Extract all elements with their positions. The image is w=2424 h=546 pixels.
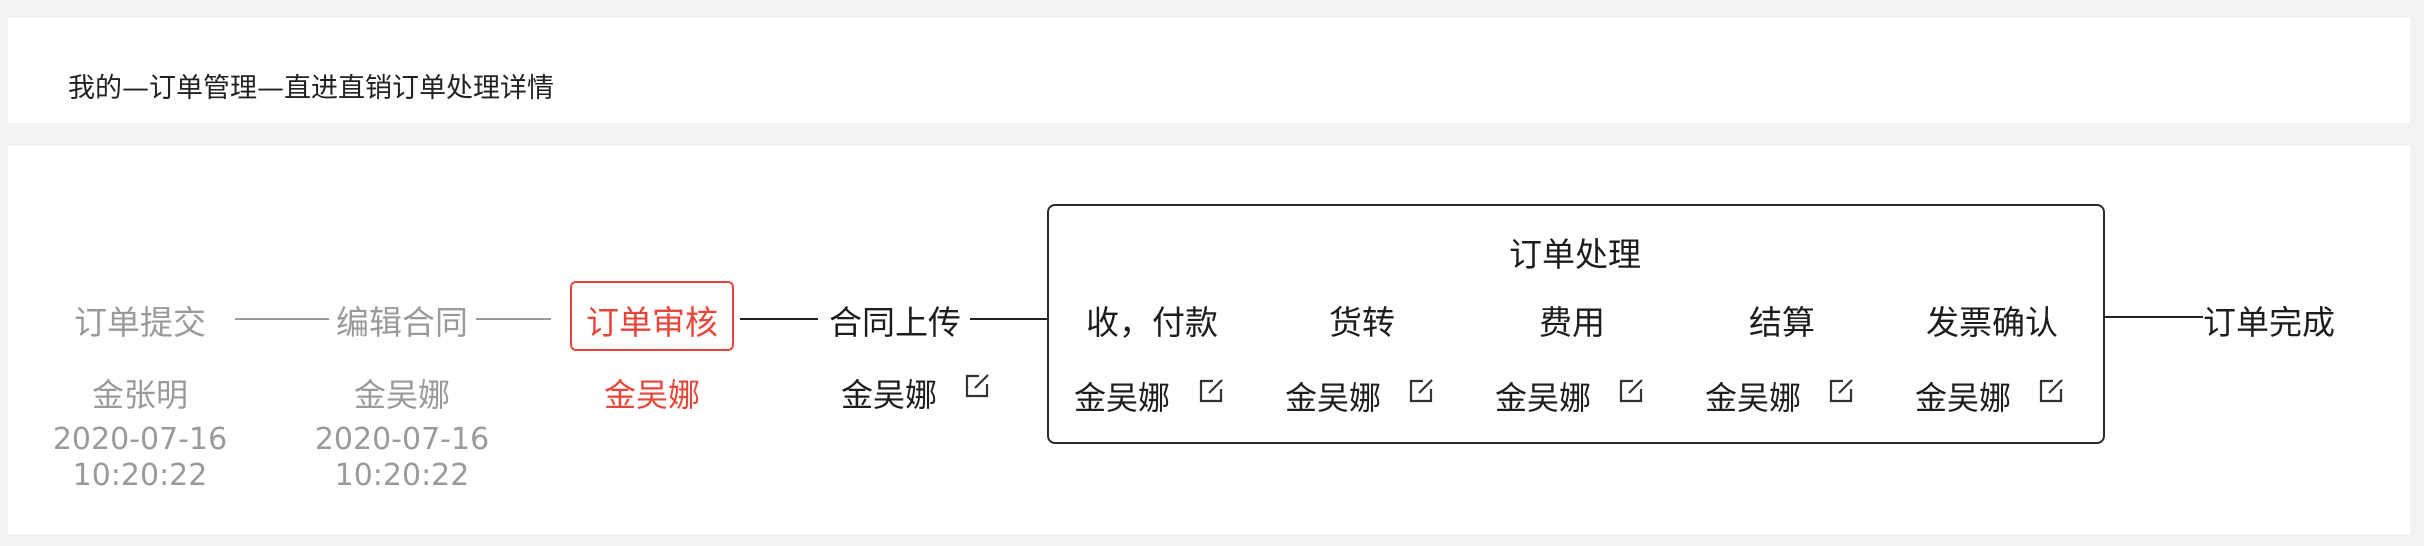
step-payment-user: 金吴娜 xyxy=(1073,379,1171,417)
step-submit-date: 2020-07-16 xyxy=(52,422,228,457)
step-complete-label: 订单完成 xyxy=(2203,303,2335,342)
edit-icon[interactable] xyxy=(1616,376,1646,406)
connector-line xyxy=(2105,316,2203,318)
step-submit-label: 订单提交 xyxy=(74,303,206,342)
step-review-label: 订单审核 xyxy=(586,303,718,342)
step-edit-contract-timestamp: 2020-07-16 10:20:22 xyxy=(315,422,489,494)
step-settlement-label: 结算 xyxy=(1749,303,1815,342)
step-review-user: 金吴娜 xyxy=(603,376,701,414)
connector-line xyxy=(235,318,329,320)
edit-icon[interactable] xyxy=(1406,376,1436,406)
edit-icon[interactable] xyxy=(1826,376,1856,406)
step-edit-contract-date: 2020-07-16 xyxy=(314,422,490,457)
step-submit-timestamp: 2020-07-16 10:20:22 xyxy=(53,422,227,494)
order-processing-title: 订单处理 xyxy=(1509,235,1641,274)
step-payment-label: 收，付款 xyxy=(1086,303,1218,342)
step-edit-contract-user: 金吴娜 xyxy=(353,376,451,414)
step-transfer-label: 货转 xyxy=(1329,303,1395,342)
step-invoice-label: 发票确认 xyxy=(1926,303,2058,342)
step-fees-user: 金吴娜 xyxy=(1494,379,1592,417)
step-settlement-user: 金吴娜 xyxy=(1704,379,1802,417)
connector-line xyxy=(740,318,818,320)
step-submit-user: 金张明 xyxy=(91,376,189,414)
connector-line xyxy=(970,318,1048,320)
step-upload-contract-label: 合同上传 xyxy=(829,303,961,342)
edit-icon[interactable] xyxy=(1196,376,1226,406)
step-upload-contract-user: 金吴娜 xyxy=(840,376,938,414)
connector-line xyxy=(476,318,551,320)
edit-icon[interactable] xyxy=(2036,376,2066,406)
breadcrumb-panel: 我的—订单管理—直进直销订单处理详情 xyxy=(8,18,2410,123)
step-fees-label: 费用 xyxy=(1539,303,1605,342)
step-invoice-user: 金吴娜 xyxy=(1914,379,2012,417)
step-transfer-user: 金吴娜 xyxy=(1284,379,1382,417)
step-submit-time: 10:20:22 xyxy=(72,458,208,493)
step-edit-contract-label: 编辑合同 xyxy=(336,303,468,342)
breadcrumb: 我的—订单管理—直进直销订单处理详情 xyxy=(68,73,554,104)
edit-icon[interactable] xyxy=(962,371,992,401)
step-edit-contract-time: 10:20:22 xyxy=(334,458,470,493)
